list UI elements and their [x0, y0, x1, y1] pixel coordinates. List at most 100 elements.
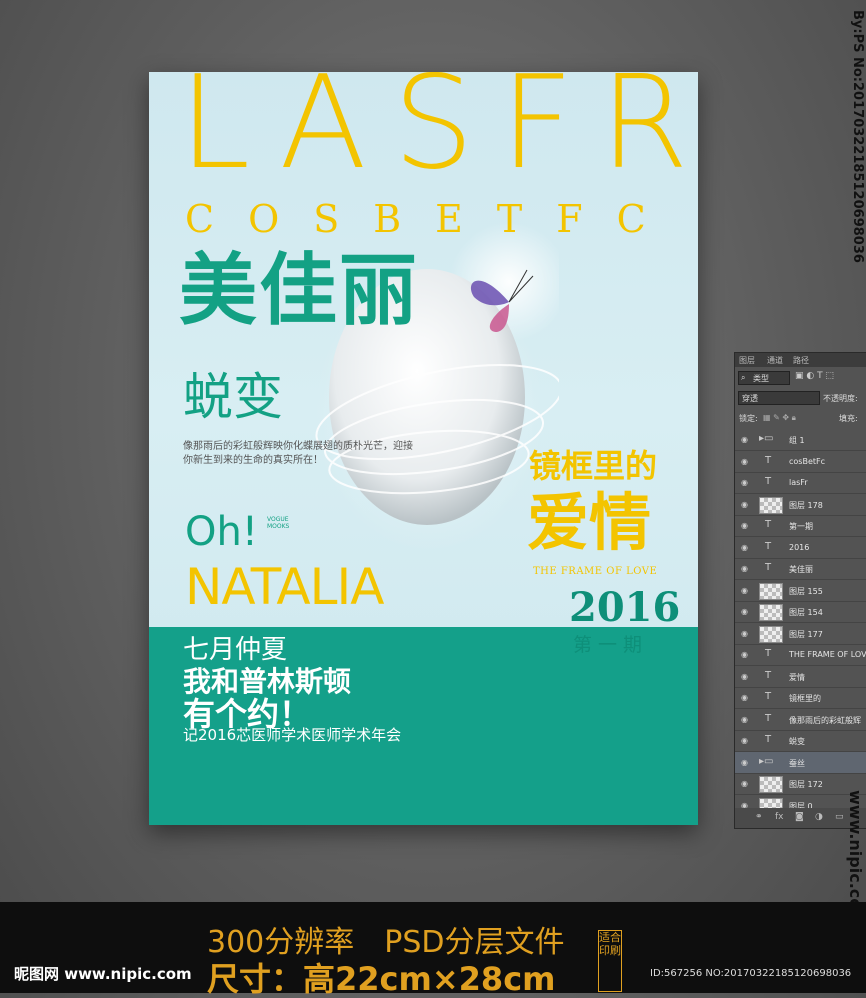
eye-icon[interactable]: ◉	[741, 500, 748, 509]
search-icon: ⌕	[741, 373, 746, 382]
headline-2: 我和普林斯顿	[183, 665, 352, 698]
layer-name: 第一期	[789, 522, 813, 531]
vertical-watermark-top: By:PS No:20170322185120698036	[850, 10, 865, 263]
text-layer-icon: T	[765, 562, 772, 573]
opacity-label: 不透明度:	[823, 394, 858, 403]
layer-row[interactable]: ◉ 图层 177	[735, 623, 866, 645]
text-layer-icon: T	[765, 519, 772, 530]
eye-icon[interactable]: ◉	[741, 736, 748, 745]
link-icon[interactable]: ⚭	[755, 812, 763, 822]
layer-name: 像那雨后的彩虹般辉	[789, 715, 861, 725]
eye-icon[interactable]: ◉	[741, 715, 748, 724]
watermark-id: ID:567256 NO:20170322185120698036	[650, 968, 852, 979]
tagline-1: 镜框里的	[529, 447, 658, 485]
mask-icon[interactable]: ◙	[795, 812, 804, 822]
layer-row[interactable]: ◉ T THE FRAME OF LOVE	[735, 644, 866, 666]
print-badge: 适合印刷	[598, 930, 622, 992]
layer-row[interactable]: ◉ 图层 154	[735, 601, 866, 623]
layer-row[interactable]: ◉ TlasFr	[735, 472, 866, 494]
layer-row[interactable]: ◉ T 镜框里的	[735, 687, 866, 709]
layer-row[interactable]: ◉ T 爱情	[735, 666, 866, 688]
vogue-note: VOGUE MOOKS	[267, 516, 290, 530]
eye-icon[interactable]: ◉	[741, 543, 748, 552]
filter-select[interactable]: ⌕ 类型	[738, 371, 790, 385]
blend-mode-value: 穿透	[742, 394, 758, 403]
eye-icon[interactable]: ◉	[741, 478, 748, 487]
layer-thumbnail	[759, 582, 783, 600]
layer-row[interactable]: ◉ 图层 178	[735, 494, 866, 516]
blend-mode-select[interactable]: 穿透	[738, 391, 820, 405]
layer-row[interactable]: ◉ 图层 155	[735, 580, 866, 602]
eye-icon[interactable]: ◉	[741, 693, 748, 702]
layer-row[interactable]: ◉ T 像那雨后的彩虹般辉	[735, 709, 866, 731]
eye-icon[interactable]: ◉	[741, 758, 748, 767]
layer-row[interactable]: ◉ T 美佳丽	[735, 558, 866, 580]
eye-icon[interactable]: ◉	[741, 607, 748, 616]
fill-label: 填充:	[839, 414, 858, 423]
text-layer-icon: T	[765, 712, 772, 724]
tagline-2: 爱情	[527, 486, 652, 559]
layer-name: 图层 178	[789, 500, 823, 510]
fx-icon[interactable]: fx	[775, 812, 784, 822]
tab-layers[interactable]: 图层	[739, 355, 755, 366]
footer-line-1: 300分辨率 PSD分层文件	[207, 925, 565, 960]
layer-thumbnail	[759, 625, 783, 643]
text-layer-icon: T	[765, 476, 772, 487]
layer-name: 图层 155	[789, 586, 823, 596]
folder-icon[interactable]: ▸▭	[759, 756, 773, 767]
watermark-left: 昵图网 www.nipic.com	[14, 965, 192, 983]
layer-thumbnail	[759, 496, 783, 514]
text-layer-icon: T	[765, 648, 772, 659]
layer-name: 图层 172	[789, 780, 823, 789]
lock-icons[interactable]: ▦ ✎ ✥ 🔒︎	[763, 413, 796, 423]
subtitle-cn: 蜕变	[183, 368, 283, 426]
description-text: 像那雨后的彩虹般辉映你化蝶展翅的质朴光芒，迎接你新生到来的生命的真实所在！	[183, 441, 413, 466]
layer-row[interactable]: ◉ T 2016	[735, 537, 866, 559]
oh-text: Oh!	[185, 509, 258, 555]
text-layer-icon: T	[765, 691, 772, 702]
adjustment-icon[interactable]: ◑	[815, 812, 823, 822]
layers-panel: 图层 通道 路径 ⌕ 类型 ▣ ◐ T ⬚ 穿透 不透明度: 锁定: ▦ ✎ ✥…	[734, 352, 866, 829]
eye-icon[interactable]: ◉	[741, 564, 748, 573]
layer-thumbnail	[759, 604, 783, 621]
tab-channels[interactable]: 通道	[767, 355, 783, 366]
title-cn: 美佳丽	[179, 246, 420, 336]
eye-icon[interactable]: ◉	[741, 435, 748, 444]
title-en: LASFR	[179, 72, 698, 198]
eye-icon[interactable]: ◉	[741, 629, 748, 638]
layer-row[interactable]: ◉ ▸▭ 蚕丝	[735, 751, 866, 774]
year-text: 2016	[569, 584, 681, 631]
layer-row[interactable]: ◉ T 第一期	[735, 515, 866, 537]
eye-icon[interactable]: ◉	[741, 586, 748, 595]
layer-name: 组 1	[789, 436, 805, 445]
text-layer-icon: T	[765, 540, 772, 552]
layer-name: THE FRAME OF LOVE	[789, 650, 866, 659]
layer-name: 图层 177	[789, 629, 823, 639]
text-layer-icon: T	[765, 734, 772, 745]
tab-paths[interactable]: 路径	[793, 355, 809, 366]
layer-row[interactable]: ◉ ▸▭ 组 1	[735, 429, 866, 451]
layer-name: lasFr	[789, 478, 808, 487]
folder-icon[interactable]: ▸▭	[759, 433, 773, 444]
lock-label: 锁定:	[739, 414, 758, 423]
eye-icon[interactable]: ◉	[741, 457, 748, 466]
filter-icons[interactable]: ▣ ◐ T ⬚	[795, 371, 834, 381]
layer-name: 美佳丽	[789, 565, 813, 574]
footer-line-2: 尺寸：高22cm×28cm	[207, 960, 556, 998]
poster: LASFR COSBETFC 美佳丽 蜕变 像那雨后的彩虹般辉映你化蝶展翅的质朴…	[149, 72, 698, 825]
text-layer-icon: T	[765, 454, 772, 466]
panel-tabs: 图层 通道 路径	[735, 353, 866, 367]
eye-icon[interactable]: ◉	[741, 672, 748, 681]
tagline-en: THE FRAME OF LOVE	[533, 566, 658, 577]
layer-row[interactable]: ◉ T 蜕变	[735, 730, 866, 752]
layer-thumbnail	[759, 776, 783, 793]
eye-icon[interactable]: ◉	[741, 779, 748, 788]
eye-icon[interactable]: ◉	[741, 521, 748, 530]
footnote-text: 记2016芯医师学术医师学术年会	[183, 726, 402, 744]
layer-name: 蚕丝	[789, 758, 805, 768]
layer-name: 镜框里的	[789, 694, 821, 703]
layer-row[interactable]: ◉ TcosBetFc	[735, 451, 866, 473]
eye-icon[interactable]: ◉	[741, 650, 748, 659]
filter-label: 类型	[753, 374, 769, 383]
issue-text: 第一期	[573, 634, 649, 656]
